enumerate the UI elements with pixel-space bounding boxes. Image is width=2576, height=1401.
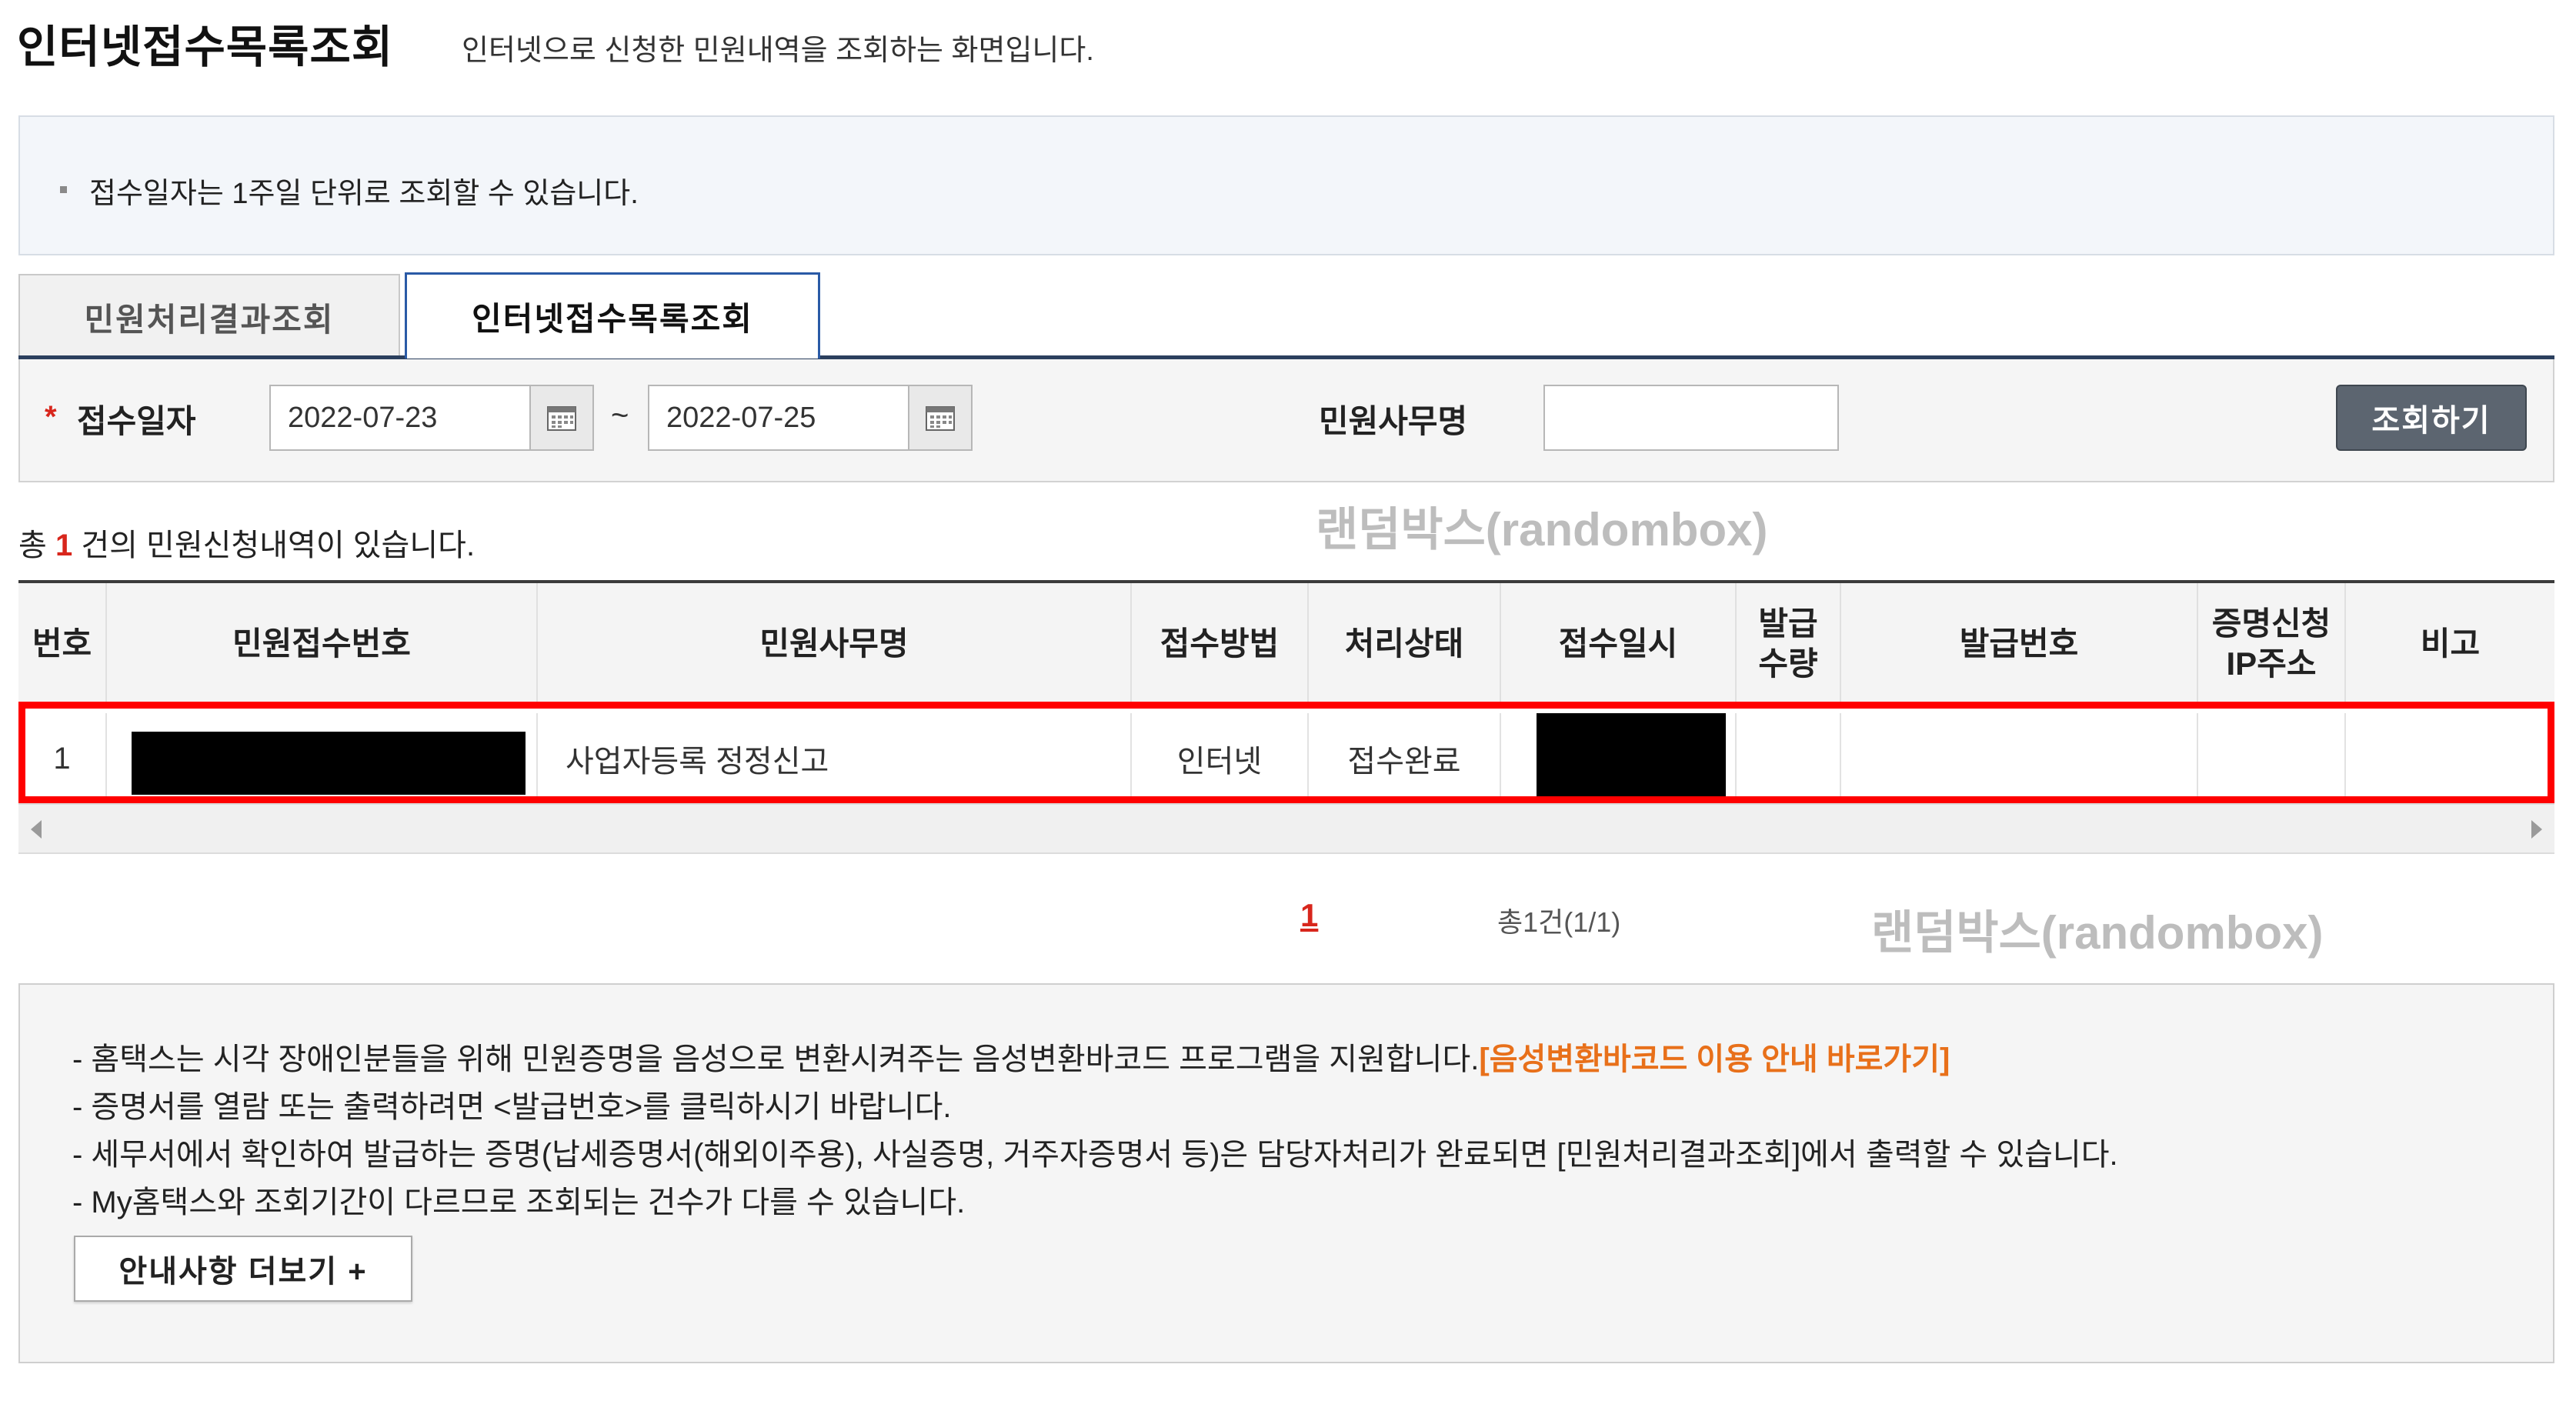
horizontal-scrollbar[interactable]	[18, 803, 2554, 854]
guide-line-3: - 세무서에서 확인하여 발급하는 증명(납세증명서(해외이주용), 사실증명,…	[72, 1138, 2118, 1172]
table-header-row: 번호 민원접수번호 민원사무명 접수방법 처리상태 접수일시 발급 수량 발급번…	[18, 583, 2554, 707]
guide-line-1: - 홈택스는 시각 장애인분들을 위해 민원증명을 음성으로 변환시켜주는 음성…	[72, 1034, 1950, 1079]
date-to-calendar-button[interactable]	[908, 385, 973, 451]
arrow-left-icon[interactable]	[31, 820, 42, 839]
col-header-status: 처리상태	[1308, 583, 1501, 707]
cell-receipt-no[interactable]	[106, 713, 538, 804]
date-label: 접수일자	[77, 403, 196, 439]
page-description: 인터넷으로 신청한 민원내역을 조회하는 화면입니다.	[462, 35, 1094, 67]
search-button[interactable]: 조회하기	[2336, 385, 2527, 451]
col-header-issue-no: 발급번호	[1840, 583, 2198, 707]
guide-line-2: - 증명서를 열람 또는 출력하려면 <발급번호>를 클릭하시기 바랍니다.	[72, 1090, 952, 1124]
results-table: 번호 민원접수번호 민원사무명 접수방법 처리상태 접수일시 발급 수량 발급번…	[18, 583, 2554, 804]
cell-status: 접수완료	[1308, 713, 1501, 804]
guide-text: - 홈택스는 시각 장애인분들을 위해 민원증명을 음성으로 변환시켜주는 음성…	[72, 1042, 1480, 1076]
pagination-page-1[interactable]: 1	[1300, 897, 1318, 934]
cell-ip	[2197, 713, 2346, 804]
cell-civil-name: 사업자등록 정정신고	[537, 713, 1132, 804]
cell-note	[2345, 713, 2554, 804]
col-header-civil-name: 민원사무명	[537, 583, 1132, 707]
col-header-datetime: 접수일시	[1500, 583, 1737, 707]
col-header-note: 비고	[2345, 583, 2554, 707]
cell-issue-no[interactable]	[1840, 713, 2198, 804]
col-header-method: 접수방법	[1131, 583, 1309, 707]
col-header-qty: 발급 수량	[1736, 583, 1841, 707]
redaction-box	[1537, 713, 1726, 804]
date-from-input[interactable]	[269, 385, 531, 451]
watermark: 랜덤박스(randombox)	[1316, 504, 1768, 555]
calendar-icon	[926, 406, 955, 431]
civil-name-input[interactable]	[1543, 385, 1839, 451]
tab-internet-receipt[interactable]: 인터넷접수목록조회	[405, 272, 820, 359]
civil-name-label: 민원사무명	[1319, 403, 1468, 439]
info-note: 접수일자는 1주일 단위로 조회할 수 있습니다.	[60, 169, 639, 212]
summary-prefix: 총	[18, 529, 47, 562]
cell-method: 인터넷	[1131, 713, 1309, 804]
arrow-right-icon[interactable]	[2531, 820, 2542, 839]
tab-civil-result[interactable]: 민원처리결과조회	[18, 274, 400, 359]
table-row[interactable]: 1 사업자등록 정정신고 인터넷 접수완료	[18, 713, 2554, 804]
redaction-box	[132, 732, 526, 795]
cell-datetime	[1500, 713, 1737, 804]
watermark: 랜덤박스(randombox)	[1871, 907, 2324, 959]
col-header-no: 번호	[18, 583, 107, 707]
required-mark: *	[45, 400, 57, 434]
guide-line-4: - My홈택스와 조회기간이 다르므로 조회되는 건수가 다를 수 있습니다.	[72, 1186, 966, 1219]
pagination-total: 총1건(1/1)	[1497, 906, 1621, 938]
date-separator: ~	[611, 399, 629, 432]
date-from-calendar-button[interactable]	[529, 385, 594, 451]
page-title: 인터넷접수목록조회	[17, 22, 394, 72]
info-box: 접수일자는 1주일 단위로 조회할 수 있습니다.	[18, 115, 2554, 255]
result-summary: 총 1 건의 민원신청내역이 있습니다.	[18, 520, 475, 565]
col-header-receipt-no: 민원접수번호	[106, 583, 538, 707]
summary-count: 1	[55, 529, 73, 562]
cell-no: 1	[18, 713, 107, 804]
col-header-ip: 증명신청 IP주소	[2197, 583, 2346, 707]
barcode-guide-link[interactable]: [음성변환바코드 이용 안내 바로가기]	[1479, 1042, 1950, 1076]
calendar-icon	[547, 406, 576, 431]
cell-qty	[1736, 713, 1841, 804]
summary-suffix: 건의 민원신청내역이 있습니다.	[81, 529, 475, 562]
date-to-input[interactable]	[648, 385, 909, 451]
more-info-button[interactable]: 안내사항 더보기 +	[74, 1236, 412, 1302]
